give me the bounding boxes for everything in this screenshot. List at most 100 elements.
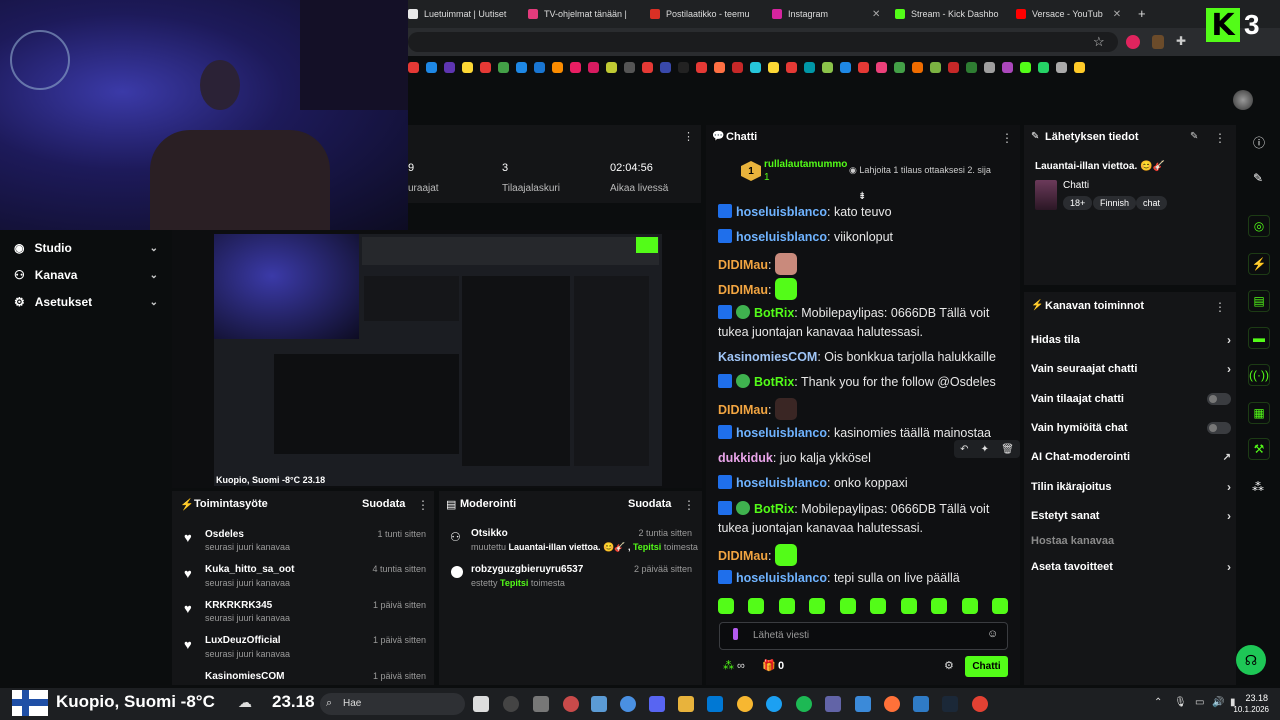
bookmark-icon[interactable] — [894, 61, 905, 73]
bookmark-icon[interactable] — [1038, 61, 1049, 73]
edge-icon[interactable] — [766, 696, 782, 712]
emote-icon[interactable] — [748, 598, 765, 614]
bookmark-icon[interactable] — [534, 61, 545, 73]
filter-button[interactable]: Suodata — [362, 498, 405, 510]
app-icon[interactable] — [855, 696, 871, 712]
bookmark-icon[interactable] — [786, 61, 797, 73]
spotify-icon[interactable] — [796, 696, 812, 712]
file-explorer-icon[interactable] — [678, 696, 694, 712]
discord-icon[interactable] — [649, 696, 665, 712]
close-icon[interactable]: ✕ — [1113, 9, 1121, 20]
microphone-icon[interactable]: 🎙 — [1174, 697, 1187, 708]
firefox-icon[interactable] — [884, 696, 900, 712]
sidebar-item-asetukset[interactable]: ⚙ Asetukset ⌄ — [0, 290, 170, 314]
browser-tab[interactable]: Stream - Kick Dashbo — [895, 4, 1005, 24]
close-icon[interactable]: ✕ — [872, 9, 880, 20]
chat-username[interactable]: KasinomiesCOM — [718, 350, 817, 364]
clock-time[interactable]: 23.18 — [1240, 693, 1268, 703]
chat-message[interactable]: hoseluisblanco: onko koppaxi — [718, 474, 1010, 493]
broadcast-icon[interactable]: ((·)) — [1248, 364, 1270, 386]
bookmark-icon[interactable] — [552, 61, 563, 73]
settings-gear-icon[interactable]: ⚙ — [944, 659, 954, 672]
chat-username[interactable]: DIDIMau — [718, 283, 768, 297]
emote-icon[interactable] — [931, 598, 948, 614]
chat-message[interactable]: BotRix: Mobilepaylipas: 0666DB Tällä voi… — [718, 304, 1010, 342]
pencil-icon[interactable]: ✎ — [1253, 171, 1263, 185]
url-field[interactable] — [408, 32, 1118, 52]
moderation-action[interactable]: robzyguzgbieruyru6537 — [471, 564, 583, 575]
emote-icon[interactable] — [900, 598, 917, 614]
calculator-icon[interactable] — [591, 696, 607, 712]
kick-points-icon[interactable]: ⁂ — [723, 659, 734, 672]
avatar[interactable] — [1233, 90, 1253, 110]
emote-icon[interactable] — [991, 598, 1008, 614]
emote-icon[interactable] — [839, 598, 856, 614]
clock-date[interactable]: 10.1.2026 — [1229, 705, 1269, 714]
browser-tab[interactable]: Versace - YouTub ✕ — [1016, 4, 1126, 24]
emotes-only-toggle[interactable] — [1207, 422, 1231, 434]
bookmark-icon[interactable] — [408, 61, 419, 73]
chat-username[interactable]: DIDIMau — [718, 549, 768, 563]
weather-widget[interactable]: Kuopio, Suomi -8°C — [56, 692, 215, 712]
sidebar-item-kanava[interactable]: ⚇ Kanava ⌄ — [0, 263, 170, 287]
teams-icon[interactable] — [825, 696, 841, 712]
scroll-to-bottom-icon[interactable]: ⇟ — [858, 191, 866, 202]
bookmark-icon[interactable] — [912, 61, 923, 73]
bookmark-icon[interactable] — [660, 61, 671, 73]
more-options-icon[interactable]: ⋮ — [1214, 300, 1226, 314]
network-icon[interactable]: ▭ — [1195, 697, 1204, 708]
bookmark-icon[interactable] — [606, 61, 617, 73]
bookmark-icon[interactable] — [696, 61, 707, 73]
chat-bubble-icon[interactable]: ▬ — [1248, 327, 1270, 349]
bookmark-icon[interactable] — [768, 61, 779, 73]
activity-user[interactable]: KRKRKRK345 — [205, 600, 272, 611]
bookmark-icon[interactable] — [1056, 61, 1067, 73]
bookmark-icon[interactable] — [462, 61, 473, 73]
account-age-item[interactable]: Tilin ikärajoitus › — [1031, 477, 1231, 497]
activity-user[interactable]: Kuka_hitto_sa_oot — [205, 564, 294, 575]
trash-icon[interactable]: 🗑 — [1001, 444, 1014, 455]
more-options-icon[interactable]: ⋮ — [1001, 131, 1013, 145]
pin-icon[interactable]: ✦ — [981, 444, 989, 455]
steam-icon[interactable] — [942, 696, 958, 712]
chat-message[interactable]: hoseluisblanco: kato teuvo — [718, 203, 1010, 222]
bookmark-icon[interactable] — [480, 61, 491, 73]
pencil-icon[interactable]: ✎ — [1190, 131, 1198, 142]
subscribers-only-toggle[interactable] — [1207, 393, 1231, 405]
bookmark-icon[interactable] — [750, 61, 761, 73]
help-headset-icon[interactable]: ☊ — [1236, 645, 1266, 675]
bookmark-icon[interactable] — [930, 61, 941, 73]
mail-icon[interactable] — [707, 696, 723, 712]
bookmark-icon[interactable] — [1002, 61, 1013, 73]
bookmark-icon[interactable] — [804, 61, 815, 73]
chat-username[interactable]: BotRix — [754, 306, 794, 320]
app-icon[interactable] — [563, 696, 579, 712]
chat-message[interactable]: DIDIMau: — [718, 278, 1010, 300]
host-channel-item[interactable]: Hostaa kanavaa — [1031, 531, 1231, 551]
chat-username[interactable]: hoseluisblanco — [736, 230, 827, 244]
chat-message[interactable]: hoseluisblanco: viikonloput — [718, 228, 1010, 247]
followers-only-item[interactable]: Vain seuraajat chatti › — [1031, 359, 1231, 379]
chat-message[interactable]: BotRix: Thank you for the follow @Osdele… — [718, 373, 1010, 392]
ai-moderation-item[interactable]: AI Chat-moderointi ↗ — [1031, 447, 1231, 467]
bookmark-icon[interactable] — [1074, 61, 1085, 73]
set-goals-item[interactable]: Aseta tavoitteet › — [1031, 557, 1231, 577]
document-icon[interactable]: ▤ — [1248, 290, 1270, 312]
reply-icon[interactable]: ↶ — [960, 444, 968, 455]
bookmark-icon[interactable] — [876, 61, 887, 73]
gift-icon[interactable]: 🎁 — [762, 659, 776, 672]
bookmark-icon[interactable] — [624, 61, 635, 73]
chat-message[interactable]: DIDIMau: — [718, 398, 1010, 420]
filter-button[interactable]: Suodata — [628, 498, 671, 510]
bookmark-icon[interactable] — [714, 61, 725, 73]
slow-mode-item[interactable]: Hidas tila › — [1031, 330, 1231, 350]
sidebar-item-studio[interactable]: ◉ Studio ⌄ — [0, 236, 170, 260]
browser-tab[interactable]: Postilaatikko - teemu — [650, 4, 760, 24]
bookmark-icon[interactable] — [840, 61, 851, 73]
audio-app-icon[interactable] — [473, 696, 489, 712]
bookmark-icon[interactable] — [498, 61, 509, 73]
send-chat-button[interactable]: Chatti — [965, 656, 1008, 677]
taskbar-search[interactable] — [320, 693, 465, 715]
info-icon[interactable]: ⓘ — [1253, 134, 1265, 151]
bookmark-icon[interactable] — [732, 61, 743, 73]
